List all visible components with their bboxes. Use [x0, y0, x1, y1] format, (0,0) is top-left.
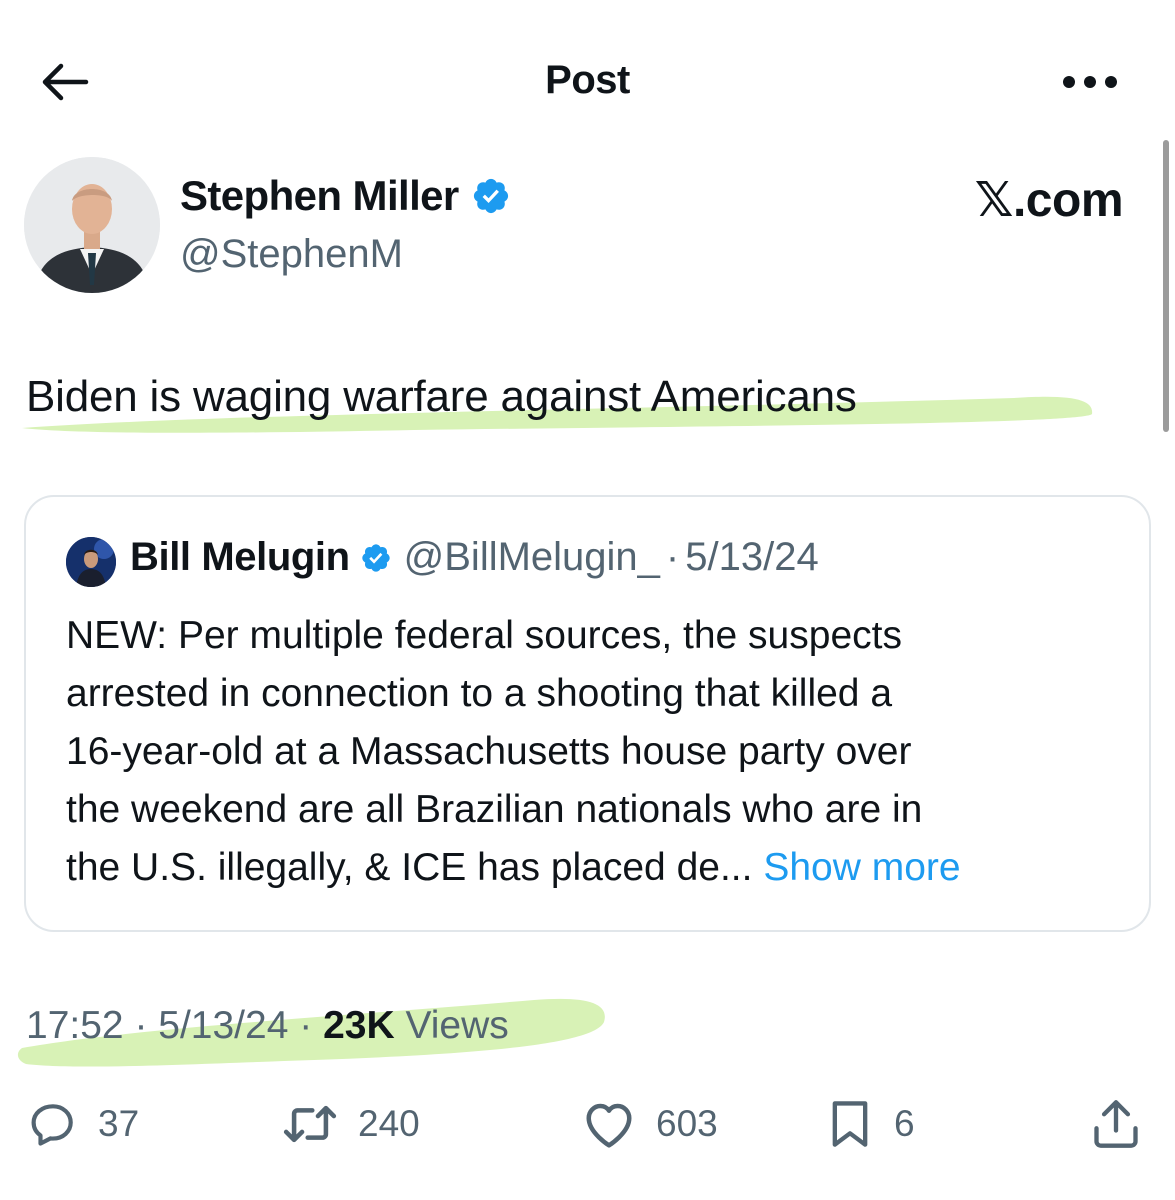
heart-icon — [586, 1103, 632, 1148]
post-time: 17:52 — [26, 1004, 124, 1047]
quote-date[interactable]: 5/13/24 — [685, 535, 818, 580]
author-handle[interactable]: @StephenM — [180, 232, 403, 277]
repost-icon — [283, 1105, 337, 1143]
quote-text-line: arrested in connection to a shooting tha… — [66, 672, 893, 715]
post-page: Post Stephen Miller @StephenM 𝕏.com Bide… — [0, 0, 1175, 1200]
bookmark-button[interactable]: 6 — [826, 1094, 915, 1154]
bookmark-count: 6 — [894, 1103, 915, 1144]
verified-badge-icon — [361, 543, 390, 572]
like-button[interactable]: 603 — [582, 1094, 718, 1154]
quote-author-photo — [66, 537, 116, 587]
post-text: Biden is waging warfare against American… — [26, 372, 857, 421]
views-label: Views — [394, 1004, 509, 1047]
quote-text-line: 16-year-old at a Massachusetts house par… — [66, 730, 912, 773]
x-watermark: 𝕏.com — [974, 174, 1124, 227]
bookmark-icon — [832, 1101, 868, 1147]
reply-icon — [31, 1104, 73, 1146]
quote-header: Bill Melugin @BillMelugin_ · 5/13/24 — [130, 535, 819, 580]
quote-author-name[interactable]: Bill Melugin — [130, 535, 350, 580]
show-more-link[interactable]: Show more — [763, 846, 960, 889]
quote-text-line-last: the U.S. illegally, & ICE has placed de.… — [66, 839, 1126, 897]
quote-text-truncated: the U.S. illegally, & ICE has placed de.… — [66, 846, 753, 889]
quote-text-line: the weekend are all Brazilian nationals … — [66, 788, 923, 831]
quote-avatar[interactable] — [66, 537, 116, 587]
share-icon — [1094, 1100, 1138, 1148]
scrollbar[interactable] — [1163, 140, 1169, 432]
meta-separator: · — [123, 1004, 159, 1047]
quote-separator: · — [665, 535, 680, 579]
verified-badge-icon — [473, 178, 508, 214]
author-name-row[interactable]: Stephen Miller — [180, 172, 511, 220]
author-name: Stephen Miller — [180, 172, 459, 219]
reply-button[interactable]: 37 — [28, 1094, 139, 1154]
views-count[interactable]: 23K — [323, 1004, 395, 1047]
repost-button[interactable]: 240 — [282, 1094, 420, 1154]
more-options-button[interactable] — [1055, 60, 1125, 104]
page-title: Post — [545, 58, 630, 102]
more-horizontal-icon — [1063, 76, 1117, 88]
repost-count: 240 — [358, 1103, 420, 1144]
author-photo — [24, 157, 160, 293]
reply-count: 37 — [98, 1103, 140, 1144]
post-meta: 17:52 · 5/13/24 · 23K Views — [26, 1004, 509, 1048]
quoted-post-card[interactable]: Bill Melugin @BillMelugin_ · 5/13/24 NEW… — [24, 495, 1151, 932]
meta-separator: · — [288, 1004, 324, 1047]
post-date: 5/13/24 — [158, 1004, 289, 1047]
quote-text-line: NEW: Per multiple federal sources, the s… — [66, 614, 902, 657]
action-bar: 37 240 603 6 — [0, 1094, 1175, 1154]
quote-text: NEW: Per multiple federal sources, the s… — [66, 607, 1126, 897]
avatar[interactable] — [24, 157, 160, 293]
like-count: 603 — [656, 1103, 718, 1144]
quote-author-handle[interactable]: @BillMelugin_ — [404, 535, 660, 580]
share-button[interactable] — [1092, 1094, 1140, 1154]
